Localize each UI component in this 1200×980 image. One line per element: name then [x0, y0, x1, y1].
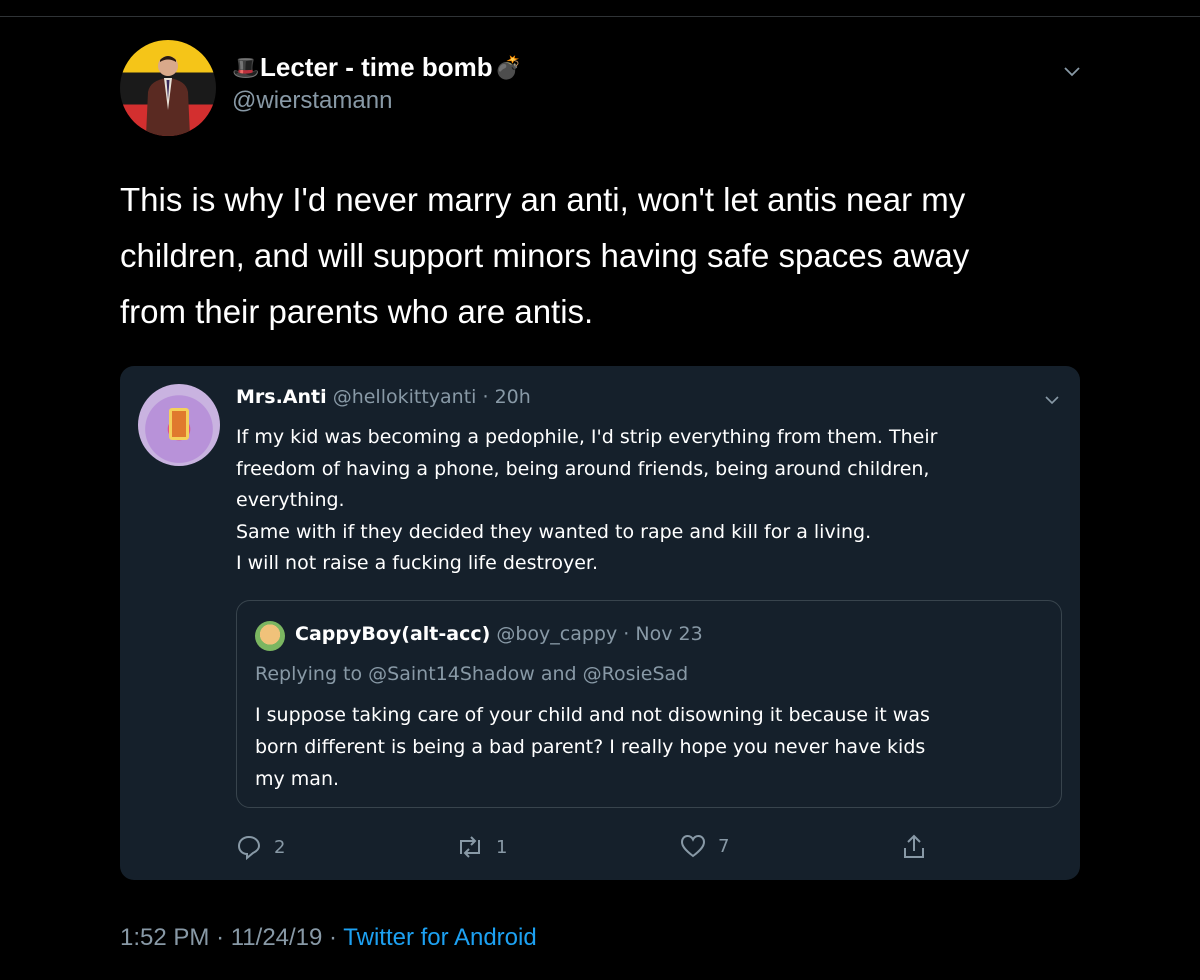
- quoted-text-line: everything.: [236, 489, 345, 511]
- bomb-icon: 💣: [494, 54, 522, 80]
- retweet-action: 1: [456, 834, 507, 860]
- top-hat-icon: 🎩: [232, 54, 260, 80]
- tweet-date[interactable]: 11/24/19: [231, 924, 323, 951]
- tweet-text-line: This is why I'd never marry an anti, won…: [120, 181, 966, 218]
- quoted-author-name: Mrs.Anti: [236, 386, 327, 408]
- tweet-meta: 1:52 PM · 11/24/19 · Twitter for Android: [120, 924, 537, 952]
- reply-count: 2: [274, 836, 286, 858]
- like-action: 7: [680, 834, 729, 858]
- replying-to: Replying to @Saint14Shadow and @RosieSad: [255, 663, 688, 685]
- nested-tweet-text: I suppose taking care of your child and …: [255, 699, 1045, 795]
- share-icon: [904, 834, 924, 858]
- reply-user: @RosieSad: [582, 663, 689, 685]
- quoted-tweet-screenshot[interactable]: Mrs.Anti @hellokittyanti · 20h If my kid…: [120, 366, 1080, 880]
- nested-text-line: born different is being a bad parent? I …: [255, 736, 926, 758]
- reply-and: and: [540, 663, 577, 685]
- nested-author-name: CappyBoy(alt-acc): [295, 623, 491, 645]
- reply-user: @Saint14Shadow: [368, 663, 535, 685]
- author-display-name[interactable]: 🎩 Lecter - time bomb 💣: [232, 52, 522, 83]
- author-handle[interactable]: @wierstamann: [232, 87, 521, 115]
- tweet-text-line: from their parents who are antis.: [120, 293, 594, 330]
- tweet-source-link[interactable]: Twitter for Android: [343, 924, 536, 951]
- tweet-author: 🎩 Lecter - time bomb 💣 @wierstamann: [232, 52, 522, 115]
- quoted-time: 20h: [494, 386, 531, 408]
- retweet-icon: [460, 836, 480, 858]
- separator: ·: [623, 623, 630, 645]
- quoted-author-handle: @hellokittyanti: [332, 386, 477, 408]
- tweet-text-line: children, and will support minors having…: [120, 237, 970, 274]
- chevron-down-icon[interactable]: [1062, 64, 1082, 80]
- quoted-tweet-text: If my kid was becoming a pedophile, I'd …: [236, 422, 1066, 580]
- tweet-time[interactable]: 1:52 PM: [120, 924, 209, 951]
- nested-text-line: my man.: [255, 768, 340, 790]
- separator: ·: [329, 924, 338, 951]
- nested-text-line: I suppose taking care of your child and …: [255, 704, 930, 726]
- retweet-count: 1: [496, 836, 508, 858]
- replying-prefix: Replying to: [255, 663, 363, 685]
- heart-icon: [680, 834, 706, 858]
- reply-icon: [237, 835, 261, 860]
- quoted-author-avatar: [138, 384, 220, 466]
- top-divider: [0, 16, 1200, 17]
- nested-author-avatar: [255, 621, 285, 651]
- tweet-text: This is why I'd never marry an anti, won…: [120, 172, 1060, 340]
- separator: ·: [216, 924, 225, 951]
- nested-author-handle: @boy_cappy: [496, 623, 618, 645]
- chevron-down-icon: [1045, 396, 1059, 405]
- quoted-action-bar: 2 1 7: [120, 834, 1080, 864]
- author-avatar[interactable]: [120, 40, 216, 136]
- quoted-tweet-header: Mrs.Anti @hellokittyanti · 20h: [236, 386, 531, 408]
- quoted-text-line: I will not raise a fucking life destroye…: [236, 552, 598, 574]
- nested-date: Nov 23: [635, 623, 703, 645]
- quoted-text-line: freedom of having a phone, being around …: [236, 457, 930, 480]
- nested-quoted-tweet: CappyBoy(alt-acc) @boy_cappy · Nov 23 Re…: [236, 600, 1062, 808]
- reply-action: 2: [236, 834, 285, 860]
- like-count: 7: [718, 835, 730, 857]
- nested-tweet-header: CappyBoy(alt-acc) @boy_cappy · Nov 23: [295, 623, 703, 645]
- quoted-text-line: Same with if they decided they wanted to…: [236, 520, 872, 543]
- quoted-text-line: If my kid was becoming a pedophile, I'd …: [236, 426, 938, 448]
- share-action: [902, 834, 926, 860]
- separator: ·: [482, 386, 489, 408]
- author-name-text: Lecter - time bomb: [260, 52, 493, 82]
